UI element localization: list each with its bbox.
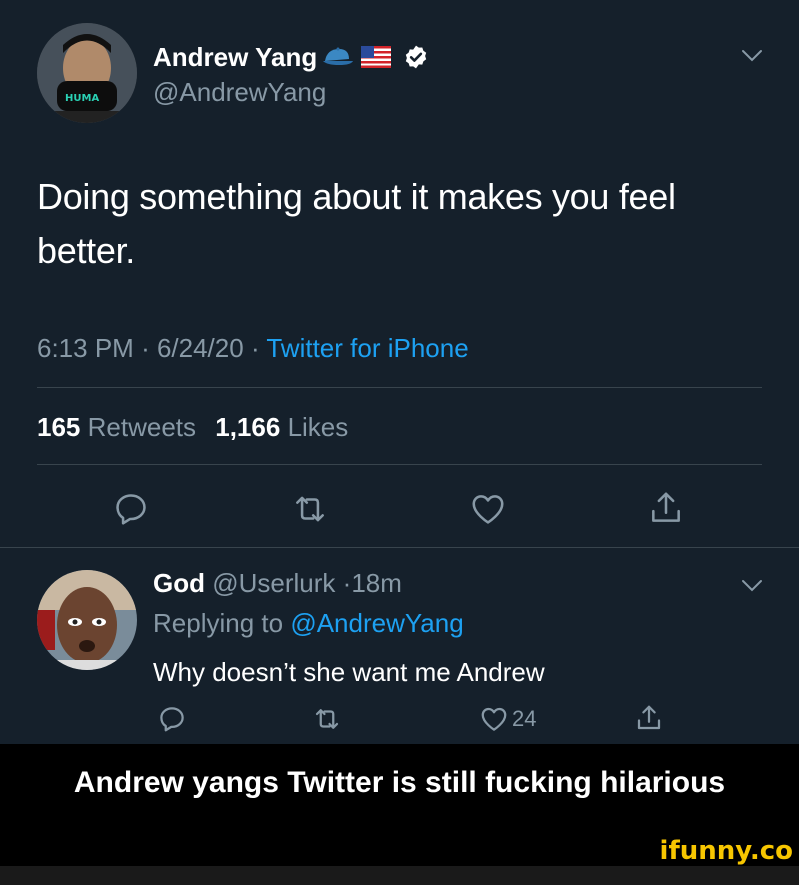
tweet-card: HUMA Andrew Yang @AndrewYang Doing somet… xyxy=(0,0,799,744)
likes-count: 1,166 xyxy=(215,412,281,442)
likes-stat[interactable]: 1,166 Likes xyxy=(215,412,348,442)
mask-text: HUMA xyxy=(65,93,99,104)
like-icon[interactable] xyxy=(468,490,508,528)
retweet-icon[interactable] xyxy=(289,490,331,528)
retweet-icon[interactable] xyxy=(310,704,344,734)
share-icon[interactable] xyxy=(634,702,664,734)
reply-icon[interactable] xyxy=(112,490,150,528)
author-avatar[interactable]: HUMA xyxy=(37,23,137,123)
author-name[interactable]: Andrew Yang xyxy=(153,42,317,73)
meta-separator: · xyxy=(250,333,267,363)
reply-icon[interactable] xyxy=(157,704,187,734)
reply-age[interactable]: 18m xyxy=(351,568,402,598)
chevron-down-icon[interactable] xyxy=(741,579,763,593)
retweets-count: 165 xyxy=(37,412,81,442)
footer-bar xyxy=(0,866,799,885)
cap-icon xyxy=(321,45,355,69)
tweet-source-link[interactable]: Twitter for iPhone xyxy=(266,333,468,363)
tweet-stats: 165 Retweets 1,166 Likes xyxy=(37,412,348,443)
reply-author-name[interactable]: God xyxy=(153,568,205,598)
author-handle[interactable]: @AndrewYang xyxy=(153,77,326,108)
reply-author-avatar[interactable] xyxy=(37,570,137,670)
divider xyxy=(37,464,762,465)
ifunny-watermark: ifunny.co xyxy=(659,836,793,866)
replying-to: Replying to @AndrewYang xyxy=(153,608,464,639)
retweets-stat[interactable]: 165 Retweets xyxy=(37,412,203,442)
reply-header: God @Userlurk ·18m xyxy=(153,568,402,599)
divider xyxy=(37,387,762,388)
us-flag-icon xyxy=(361,46,392,68)
likes-label: Likes xyxy=(287,412,349,442)
like-icon[interactable] xyxy=(478,704,510,734)
retweets-label: Retweets xyxy=(87,412,197,442)
tweet-text-line-2: better. xyxy=(37,230,135,271)
divider xyxy=(0,547,799,548)
verified-badge-icon xyxy=(403,44,429,70)
reply-like-action[interactable]: 24 xyxy=(478,704,536,734)
reply-author-handle[interactable]: @Userlurk xyxy=(212,568,335,598)
share-icon[interactable] xyxy=(647,488,685,528)
tweet-text: Doing something about it makes you feel … xyxy=(37,170,676,278)
reply-like-count: 24 xyxy=(512,706,537,731)
chevron-down-icon[interactable] xyxy=(741,49,763,63)
tweet-text-line-1: Doing something about it makes you feel xyxy=(37,176,676,217)
replying-handle-link[interactable]: @AndrewYang xyxy=(290,608,463,638)
replying-prefix: Replying to xyxy=(153,608,284,638)
tweet-date[interactable]: 6/24/20 xyxy=(157,333,244,363)
tweet-time[interactable]: 6:13 PM xyxy=(37,333,134,363)
reply-text: Why doesn’t she want me Andrew xyxy=(153,657,545,687)
meta-separator: · xyxy=(141,333,157,363)
tweet-meta: 6:13 PM · 6/24/20 · Twitter for iPhone xyxy=(37,333,469,364)
author-name-row: Andrew Yang xyxy=(153,41,429,73)
meme-caption: Andrew yangs Twitter is still fucking hi… xyxy=(73,766,726,799)
